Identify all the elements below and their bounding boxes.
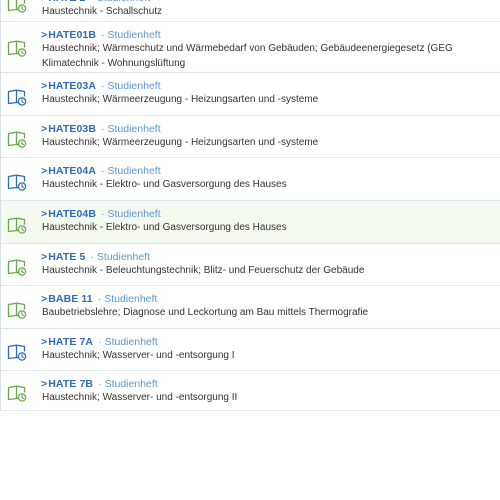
list-item[interactable]: HATE04A ·Studienheft Haustechnik - Elektro…	[0, 158, 500, 201]
item-type-label: Studienheft	[107, 29, 161, 41]
item-description: Haustechnik; Wärmeerzeugung - Heizungsar…	[42, 94, 319, 105]
item-title-line: HATE03B ·Studienheft	[41, 123, 500, 136]
item-description: Haustechnik - Elektro- und Gasversorgung…	[42, 222, 287, 233]
book-blue-icon	[7, 172, 27, 192]
book-green-icon	[7, 0, 27, 14]
item-code-link[interactable]: HATE 5	[41, 251, 85, 263]
separator-dot: ·	[101, 208, 105, 220]
item-title-line: HATE 7A ·Studienheft	[41, 336, 500, 349]
book-green-icon	[7, 129, 27, 149]
item-code-link[interactable]: HATE 7B	[41, 378, 93, 390]
separator-dot: ·	[97, 293, 102, 305]
item-description: Klimatechnik - Wohnungslüftung	[42, 58, 186, 69]
book-blue-icon	[7, 87, 27, 107]
separator-dot: ·	[90, 0, 94, 4]
item-code-link[interactable]: BABE 11	[41, 293, 93, 305]
book-blue-icon	[7, 342, 27, 362]
separator-dot: ·	[101, 123, 105, 135]
item-description: Baubetriebslehre; Diagnose und Leckortun…	[42, 307, 369, 318]
book-green-icon	[7, 38, 27, 58]
item-description: Haustechnik; Wasserver- und -entsorgung …	[42, 350, 235, 361]
item-code-link[interactable]: HATE03A	[41, 80, 96, 92]
item-description: Haustechnik - Schallschutz	[42, 6, 163, 17]
book-green-icon	[7, 300, 27, 320]
item-code-link[interactable]: HATE04A	[41, 165, 96, 177]
separator-dot: ·	[101, 80, 105, 92]
item-title-line: HATE03A ·Studienheft	[41, 80, 500, 93]
list-item[interactable]: HATE 7A ·Studienheft Haustechnik; Wasserve…	[0, 329, 500, 371]
book-green-icon	[7, 383, 27, 403]
item-title-line: HATE 5 ·Studienheft	[41, 251, 500, 264]
list-item[interactable]: BABE 11 ·Studienheft Baubetriebslehre; Dia…	[0, 286, 500, 329]
item-type-label: Studienheft	[96, 251, 151, 263]
item-code-link[interactable]: HATE 2	[41, 0, 85, 4]
item-type-label: Studienheft	[97, 0, 150, 4]
separator-dot: ·	[98, 336, 102, 348]
list-item[interactable]: HATE 7B ·Studienheft Haustechnik; Wasserve…	[0, 371, 500, 411]
item-title-line: HATE01B ·Studienheft	[41, 29, 500, 42]
list-item[interactable]: HATE 2 ·Studienheft Haustechnik - Schallsc…	[0, 0, 500, 22]
item-description: Haustechnik; Wasserver- und -entsorgung …	[42, 392, 238, 403]
item-description: Haustechnik; Wärmeschutz und Wärmebedarf…	[42, 43, 453, 54]
item-type-label: Studienheft	[107, 165, 161, 177]
item-description: Haustechnik - Beleuchtungstechnik; Blitz…	[42, 265, 365, 276]
separator-dot: ·	[98, 378, 102, 390]
item-title-line: HATE04A ·Studienheft	[41, 165, 500, 178]
item-title-line: HATE 7B ·Studienheft	[41, 378, 500, 391]
item-title-line: HATE04B ·Studienheft	[41, 208, 500, 221]
item-code-link[interactable]: HATE01B	[41, 29, 96, 41]
item-description: Haustechnik; Wärmeerzeugung - Heizungsar…	[42, 137, 319, 148]
item-code-link[interactable]: HATE03B	[41, 123, 96, 135]
item-description: Haustechnik - Elektro- und Gasversorgung…	[42, 179, 287, 190]
separator-dot: ·	[101, 29, 105, 41]
empty-area	[0, 431, 500, 500]
book-green-icon	[7, 215, 27, 235]
course-list: HATE 2·StudienheftHaustechnik - Schallsc…	[0, 0, 500, 411]
separator-dot: ·	[101, 165, 105, 177]
book-green-icon	[7, 257, 27, 277]
list-item[interactable]: HATE03B ·Studienheft Haustechnik; Wärmeerz…	[0, 116, 500, 158]
item-title-line: BABE 11 ·Studienheft	[41, 293, 500, 306]
list-item[interactable]: HATE04B ·Studienheft Haustechnik - Elektro…	[0, 201, 500, 244]
item-type-label: Studienheft	[104, 293, 158, 305]
list-item[interactable]: HATE03A ·Studienheft Haustechnik; Wärmeerz…	[0, 73, 500, 116]
separator-dot: ·	[90, 251, 94, 263]
item-type-label: Studienheft	[107, 208, 161, 220]
item-type-label: Studienheft	[104, 378, 158, 390]
item-code-link[interactable]: HATE 7A	[41, 336, 93, 348]
item-type-label: Studienheft	[107, 123, 161, 135]
item-type-label: Studienheft	[107, 80, 161, 92]
list-item[interactable]: HATE01B ·Studienheft Haustechnik; Wärmesch…	[0, 22, 500, 73]
list-item[interactable]: HATE 5 ·Studienheft Haustechnik - Beleucht…	[0, 244, 500, 286]
item-type-label: Studienheft	[104, 336, 158, 348]
item-code-link[interactable]: HATE04B	[41, 208, 96, 220]
